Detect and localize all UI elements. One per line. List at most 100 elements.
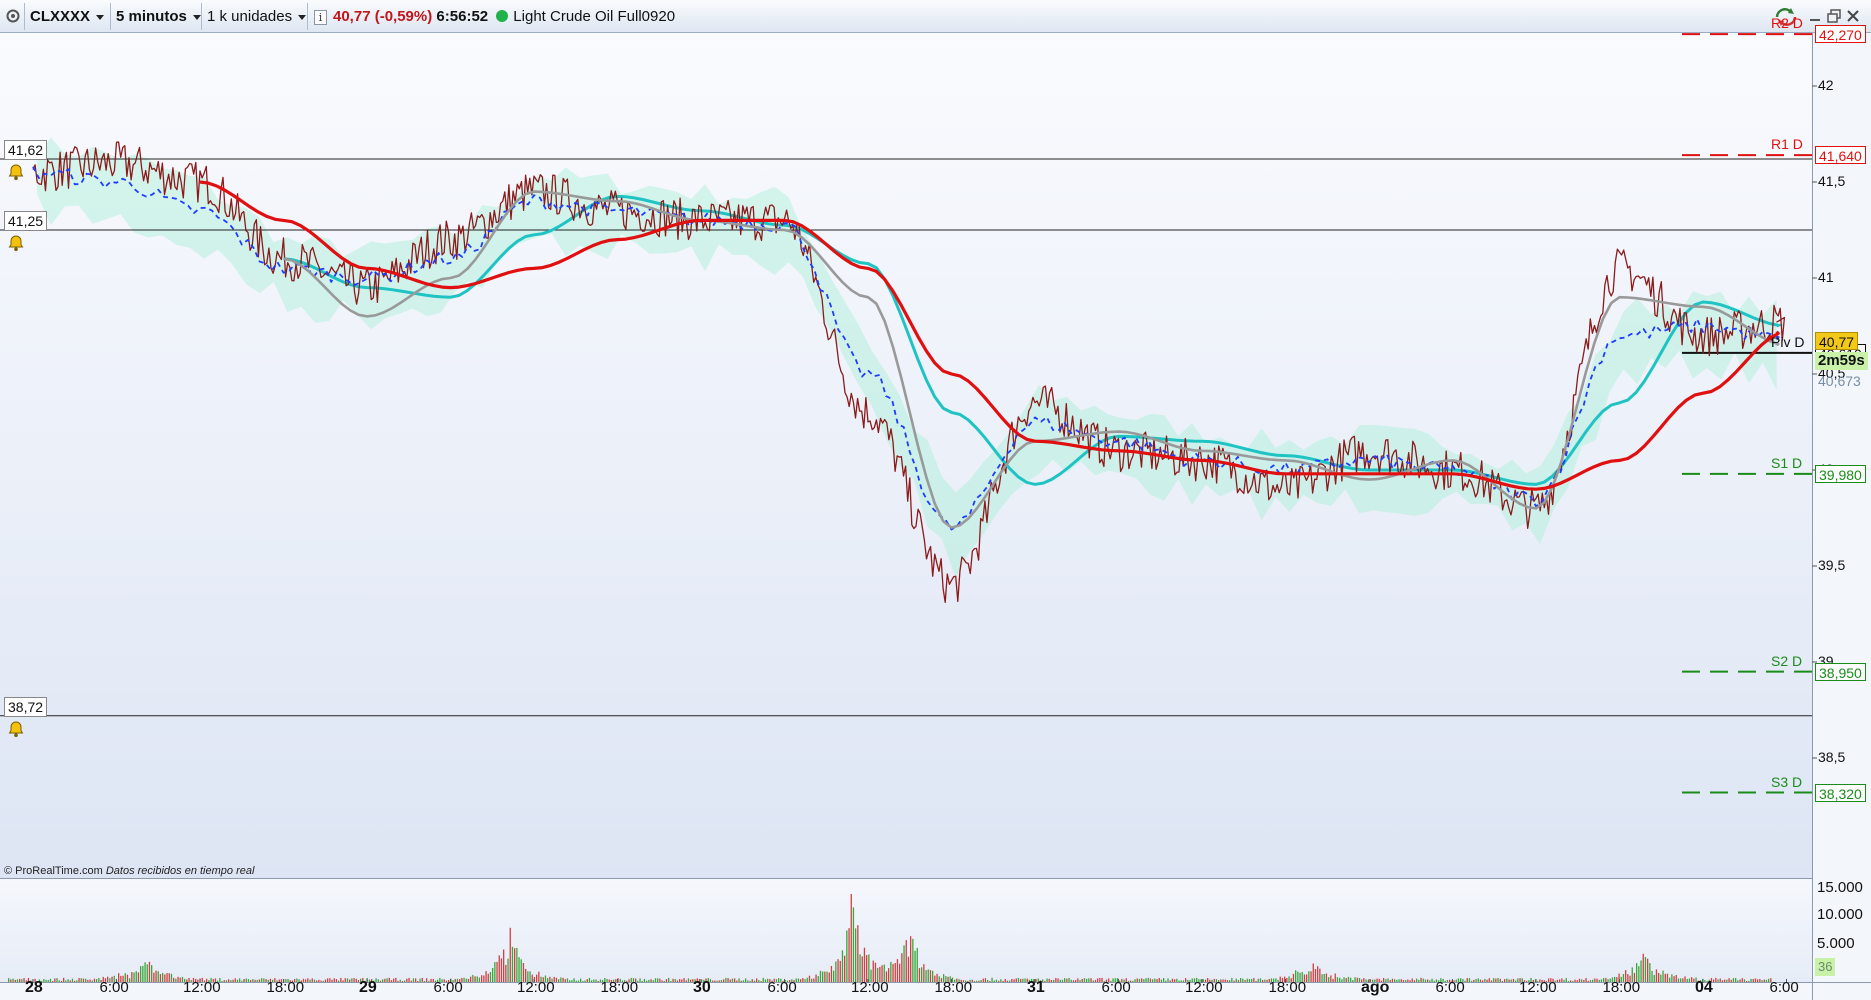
- volume-bar: [1416, 978, 1418, 982]
- volume-bar: [1653, 975, 1655, 982]
- volume-bar: [1341, 979, 1343, 982]
- chart-canvas[interactable]: [0, 33, 1871, 1000]
- instrument-name: Light Crude Oil Full0920: [513, 8, 676, 25]
- volume-bar: [756, 978, 758, 982]
- minimize-icon[interactable]: [1807, 8, 1823, 24]
- volume-bar: [65, 980, 67, 982]
- volume-bar: [1134, 979, 1136, 982]
- volume-bar: [1154, 978, 1156, 982]
- volume-bar: [399, 979, 401, 982]
- volume-bar: [1739, 979, 1741, 982]
- time-tick: 18:00: [934, 979, 973, 996]
- settings-icon[interactable]: [5, 6, 21, 26]
- volume-bar: [1182, 980, 1185, 982]
- volume-bar: [659, 978, 661, 982]
- volume-bar: [175, 978, 177, 982]
- volume-bar: [641, 980, 643, 982]
- symbol-selector[interactable]: CLXXXX: [30, 4, 105, 29]
- volume-bar: [309, 979, 311, 982]
- volume-bar: [1750, 978, 1752, 982]
- volume-bar: [1578, 978, 1581, 982]
- pivot-value-badge: 39,980: [1815, 464, 1866, 483]
- time-tick: 18:00: [266, 979, 305, 996]
- volume-bar: [1506, 978, 1508, 982]
- time-tick: 6:00: [1435, 979, 1465, 996]
- volume-bar: [514, 948, 516, 982]
- volume-bar: [1013, 979, 1015, 982]
- bell-icon[interactable]: [7, 234, 25, 252]
- volume-bar: [1081, 978, 1083, 982]
- volume-bar: [254, 979, 256, 982]
- volume-bar: [569, 980, 571, 982]
- volume-bar: [1024, 978, 1026, 982]
- volume-bar: [1486, 979, 1488, 982]
- volume-tick: 10.000: [1817, 906, 1863, 923]
- close-icon[interactable]: [1845, 8, 1861, 24]
- volume-bar: [1055, 978, 1057, 982]
- volume-bar: [1235, 978, 1237, 982]
- volume-bar: [177, 976, 179, 982]
- volume-bar: [668, 977, 670, 982]
- volume-bar: [159, 974, 162, 982]
- volume-bar: [577, 980, 580, 982]
- volume-bar: [494, 962, 496, 982]
- volume-bar: [1735, 978, 1737, 982]
- volume-bar: [93, 978, 96, 982]
- volume-bar: [21, 979, 23, 982]
- volume-bar: [1145, 978, 1147, 982]
- volume-bar: [1006, 980, 1009, 982]
- info-icon[interactable]: i: [314, 9, 327, 25]
- volume-bar: [1233, 980, 1235, 982]
- volume-bar: [806, 977, 808, 982]
- volume-bar: [1737, 980, 1739, 982]
- pivot-name: R2 D: [1771, 15, 1803, 32]
- volume-bar: [991, 977, 993, 982]
- volume-bar: [142, 965, 144, 982]
- volume-bar: [685, 980, 687, 982]
- price-chart[interactable]: 4241,54140,54039,53938,5 R2 D42,270R1 D4…: [0, 15, 1871, 1000]
- volume-bar: [179, 977, 181, 982]
- volume-bar: [734, 978, 736, 982]
- volume-bar: [714, 980, 716, 982]
- volume-bar: [1169, 980, 1171, 982]
- volume-bar: [718, 980, 720, 982]
- volume-bar: [1763, 979, 1765, 982]
- volume-bar: [648, 979, 650, 982]
- volume-bar: [797, 978, 800, 982]
- volume-bar: [652, 980, 654, 982]
- volume-bar: [1070, 979, 1072, 982]
- restore-icon[interactable]: [1826, 8, 1842, 24]
- pivot-value-badge: 41,640: [1815, 146, 1866, 165]
- volume-bar: [388, 977, 390, 982]
- volume-bar: [307, 978, 309, 982]
- volume-bar: [762, 977, 764, 982]
- volume-bar: [586, 979, 588, 982]
- volume-bar: [1222, 979, 1224, 982]
- volume-bar: [720, 980, 723, 982]
- volume-bar: [1094, 979, 1097, 982]
- volume-bar: [738, 978, 740, 982]
- volume-bar: [566, 978, 569, 982]
- bell-icon[interactable]: [7, 720, 25, 738]
- volume-bar: [1004, 979, 1006, 982]
- volume-bar: [401, 981, 404, 982]
- volume-bar: [690, 979, 692, 982]
- volume-bar: [1757, 979, 1759, 982]
- volume-bar: [245, 978, 247, 982]
- bell-icon[interactable]: [7, 163, 25, 181]
- units-selector[interactable]: 1 k unidades: [207, 4, 307, 29]
- volume-bar: [973, 980, 976, 982]
- volume-bar: [1347, 976, 1350, 982]
- volume-bar: [1673, 976, 1675, 982]
- volume-bar: [19, 978, 21, 982]
- volume-bar: [1644, 957, 1647, 982]
- volume-bar: [243, 979, 245, 982]
- volume-bar: [1015, 978, 1017, 982]
- volume-bar: [1057, 978, 1059, 982]
- timeframe-selector[interactable]: 5 minutos: [116, 4, 201, 29]
- volume-bar: [1138, 978, 1141, 982]
- volume-bar: [1677, 978, 1680, 982]
- volume-bar: [1312, 963, 1314, 982]
- quote-time: 6:56:52: [436, 8, 489, 25]
- volume-bar: [1713, 979, 1715, 982]
